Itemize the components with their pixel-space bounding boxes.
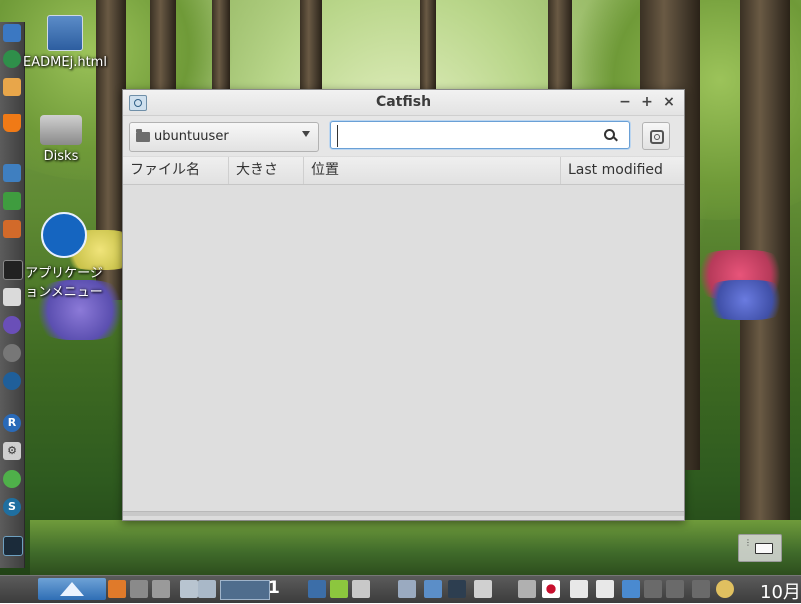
search-tool-icon[interactable] — [352, 580, 370, 598]
lubuntu-logo-icon — [41, 212, 87, 258]
network-icon[interactable] — [3, 470, 21, 488]
search-icon[interactable] — [604, 129, 615, 140]
chevron-down-icon — [302, 131, 310, 137]
toolbar: ubuntuuser — [123, 116, 684, 156]
gear-icon — [650, 130, 664, 144]
info-icon[interactable] — [596, 580, 614, 598]
keyboard-icon — [755, 543, 773, 554]
show-desktop-icon[interactable] — [180, 580, 198, 598]
catfish-window: Catfish − + × ubuntuuser ファイル名 大きさ 位置 La… — [122, 89, 685, 521]
window-titlebar[interactable]: Catfish − + × — [123, 90, 684, 116]
volume-icon[interactable] — [644, 580, 662, 598]
window-title: Catfish — [375, 94, 432, 110]
close-button[interactable]: × — [661, 93, 677, 111]
globe-icon[interactable] — [3, 50, 21, 68]
japan-flag-icon[interactable] — [542, 580, 560, 598]
vlc-icon[interactable] — [3, 114, 21, 132]
catfish-task-icon[interactable] — [518, 580, 536, 598]
system-monitor-icon[interactable] — [3, 536, 23, 556]
workspace-number: 1 — [268, 578, 280, 598]
input-method-icon[interactable] — [570, 580, 588, 598]
calculator-icon[interactable] — [474, 580, 492, 598]
camera-icon[interactable] — [152, 580, 170, 598]
spreadsheet-icon[interactable] — [3, 192, 21, 210]
desktop-icon-readme[interactable]: EADMEj.html — [22, 15, 108, 70]
monitor-icon[interactable] — [448, 580, 466, 598]
minimize-button[interactable]: − — [617, 93, 633, 111]
column-location[interactable]: 位置 — [304, 157, 561, 184]
html-file-icon — [47, 15, 83, 51]
browser-icon[interactable] — [3, 24, 21, 42]
magnifier-icon[interactable] — [3, 344, 21, 362]
folder-icon — [136, 129, 150, 142]
settings-button[interactable] — [642, 122, 670, 150]
taskbar-app-icon[interactable] — [308, 580, 326, 598]
clock[interactable]: 10月 — [760, 578, 801, 604]
mail-icon[interactable] — [3, 78, 21, 96]
column-last-modified[interactable]: Last modified — [561, 157, 684, 184]
back-arrow-icon[interactable] — [330, 580, 348, 598]
pointer-icon[interactable] — [398, 580, 416, 598]
settings-icon[interactable]: ⚙ — [3, 442, 21, 460]
search-field[interactable] — [330, 121, 630, 149]
preferences-icon[interactable] — [108, 580, 126, 598]
home-folder-icon[interactable] — [424, 580, 442, 598]
desktop-icon-label-line2: ョンメニュー — [25, 285, 103, 300]
r-language-icon[interactable]: R — [3, 414, 21, 432]
search-input[interactable] — [337, 125, 598, 147]
desktop-icon-label: Disks — [43, 149, 79, 164]
maximize-button[interactable]: + — [639, 93, 655, 111]
onscreen-keyboard-widget[interactable]: ⋮ — [738, 534, 782, 562]
app-s-icon[interactable]: S — [3, 498, 21, 516]
desktop-icon-label: EADMEj.html — [23, 55, 107, 70]
keyboard-tray-icon[interactable] — [666, 580, 684, 598]
window-list-icon[interactable] — [198, 580, 216, 598]
document-icon[interactable] — [3, 164, 21, 182]
folder-selector[interactable]: ubuntuuser — [129, 122, 319, 152]
emacs-icon[interactable] — [3, 316, 21, 334]
horizontal-scrollbar[interactable] — [123, 511, 684, 516]
screenshot-tool-icon[interactable] — [130, 580, 148, 598]
desktop-icon-label-line1: アプリケージ — [25, 266, 103, 281]
disks-icon — [40, 115, 82, 145]
desktop-icon-disks[interactable]: Disks — [26, 115, 96, 164]
desktop-icon-app-menu[interactable]: アプリケージ ョンメニュー — [14, 212, 114, 300]
workspace-switcher[interactable] — [220, 580, 270, 600]
transfer-icon[interactable] — [692, 580, 710, 598]
network-status-icon[interactable] — [622, 580, 640, 598]
start-menu-button[interactable] — [38, 578, 106, 600]
inkscape-icon[interactable] — [3, 372, 21, 390]
folder-label: ubuntuuser — [154, 129, 229, 144]
column-header: ファイル名 大きさ 位置 Last modified — [123, 157, 684, 185]
column-filename[interactable]: ファイル名 — [123, 157, 229, 184]
column-size[interactable]: 大きさ — [229, 157, 304, 184]
bottom-panel: 1 10月 — [0, 575, 801, 603]
results-list[interactable] — [123, 185, 684, 516]
drag-handle-icon[interactable]: ⋮ — [744, 539, 752, 547]
user-avatar-icon[interactable] — [716, 580, 734, 598]
